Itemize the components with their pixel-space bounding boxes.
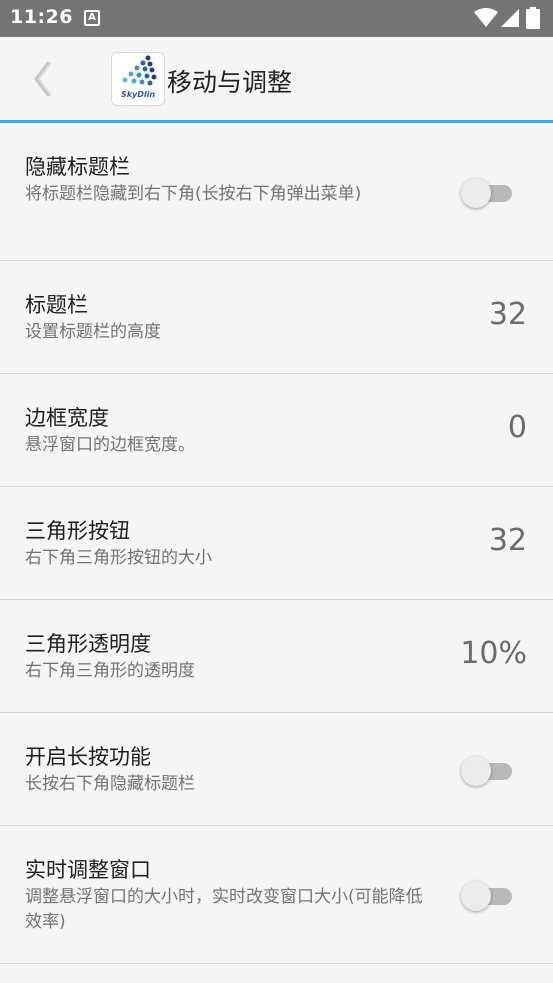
status-time: 11:26 [10, 6, 73, 28]
setting-summary: 长按右下角隐藏标题栏 [25, 774, 195, 794]
setting-title: 边框宽度 [25, 406, 109, 430]
setting-value: 10% [460, 636, 527, 671]
back-button[interactable] [26, 57, 60, 101]
setting-value: 0 [507, 410, 527, 445]
notification-icon: A [84, 10, 100, 26]
setting-title: 三角形透明度 [25, 632, 151, 656]
settings-list: 隐藏标题栏 将标题栏隐藏到右下角(长按右下角弹出菜单) 标题栏 设置标题栏的高度… [0, 123, 553, 964]
setting-realtime-resize[interactable]: 实时调整窗口 调整悬浮窗口的大小时，实时改变窗口大小(可能降低效率) [0, 826, 553, 964]
setting-summary: 设置标题栏的高度 [25, 322, 161, 342]
setting-border-width[interactable]: 边框宽度 悬浮窗口的边框宽度。 0 [0, 374, 553, 487]
setting-summary: 右下角三角形的透明度 [25, 661, 195, 681]
app-logo-text: SkyDlin [120, 90, 156, 99]
setting-value: 32 [488, 523, 527, 558]
setting-hide-titlebar[interactable]: 隐藏标题栏 将标题栏隐藏到右下角(长按右下角弹出菜单) [0, 123, 553, 261]
chevron-left-icon [34, 61, 52, 97]
setting-long-press[interactable]: 开启长按功能 长按右下角隐藏标题栏 [0, 713, 553, 826]
setting-triangle-button[interactable]: 三角形按钮 右下角三角形按钮的大小 32 [0, 487, 553, 600]
setting-summary: 右下角三角形按钮的大小 [25, 548, 212, 568]
battery-icon [526, 7, 540, 29]
setting-summary: 将标题栏隐藏到右下角(长按右下角弹出菜单) [25, 184, 362, 204]
setting-summary: 调整悬浮窗口的大小时，实时改变窗口大小(可能降低效率) [25, 887, 423, 932]
app-logo-icon [122, 55, 157, 86]
signal-icon [501, 9, 519, 27]
setting-title: 标题栏 [25, 293, 88, 317]
app-bar: SkyDlin 移动与调整 [0, 37, 553, 121]
realtime-resize-toggle[interactable] [461, 878, 513, 911]
wifi-icon [474, 8, 498, 27]
app-logo: SkyDlin [111, 52, 165, 106]
hide-titlebar-toggle[interactable] [461, 175, 513, 208]
setting-triangle-opacity[interactable]: 三角形透明度 右下角三角形的透明度 10% [0, 600, 553, 713]
toggle-thumb [461, 881, 491, 911]
setting-titlebar-height[interactable]: 标题栏 设置标题栏的高度 32 [0, 261, 553, 374]
page-title: 移动与调整 [167, 68, 293, 97]
long-press-toggle[interactable] [461, 753, 513, 786]
setting-title: 隐藏标题栏 [25, 155, 130, 179]
setting-title: 开启长按功能 [25, 745, 151, 769]
setting-title: 实时调整窗口 [25, 858, 151, 882]
status-bar: 11:26 A [0, 0, 553, 37]
setting-title: 三角形按钮 [25, 519, 130, 543]
setting-summary: 悬浮窗口的边框宽度。 [25, 435, 195, 455]
setting-value: 32 [488, 297, 527, 332]
toggle-thumb [461, 178, 491, 208]
toggle-thumb [461, 756, 491, 786]
